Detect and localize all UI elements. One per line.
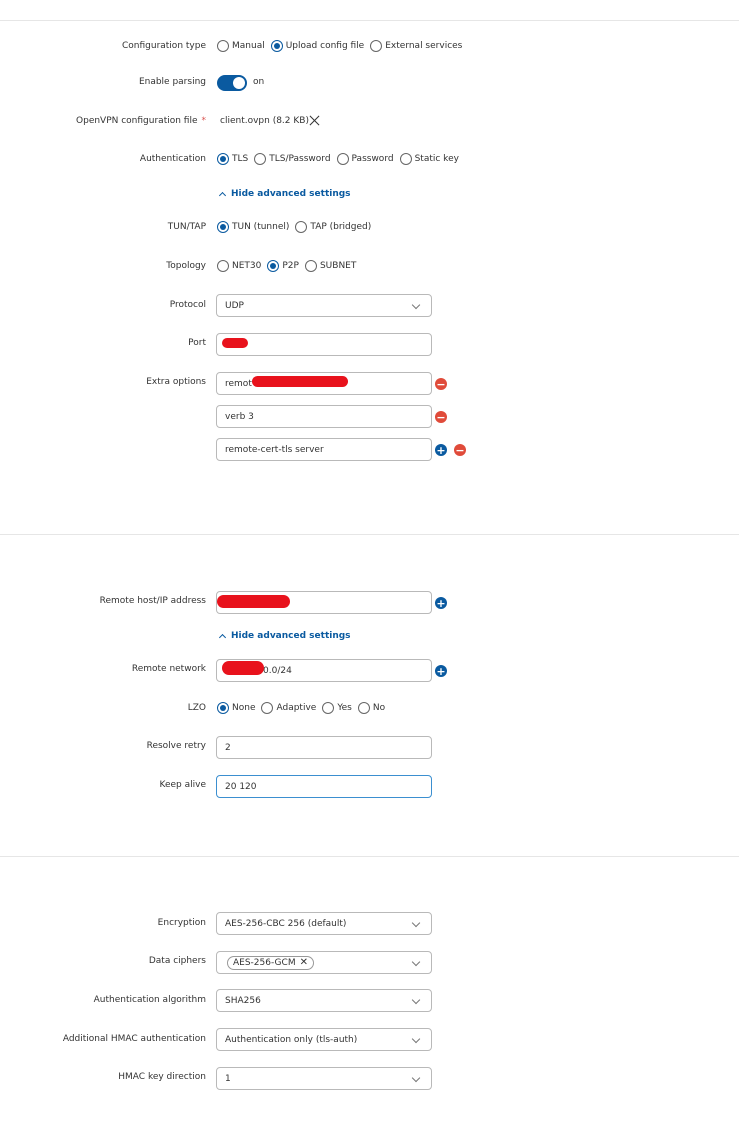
hmac-auth-select[interactable]: Authentication only (tls-auth) <box>216 1028 432 1051</box>
remove-option-icon[interactable]: − <box>454 444 466 456</box>
radio-icon <box>304 260 317 272</box>
protocol-select[interactable]: UDP <box>216 294 432 317</box>
keep-alive-input[interactable]: 20 120 <box>216 775 432 798</box>
resolve-retry-input[interactable]: 2 <box>216 736 432 759</box>
required-mark: * <box>201 116 207 126</box>
encryption-label: Encryption <box>157 918 206 928</box>
section-divider-top <box>0 20 739 21</box>
authentication-radio-group: TLS TLS/Password Password Static key <box>217 153 465 165</box>
config-file-name: client.ovpn (8.2 KB) <box>220 116 309 126</box>
authentication-label: Authentication <box>139 154 206 164</box>
remove-file-icon[interactable] <box>309 115 320 126</box>
tun-tap-label: TUN/TAP <box>167 222 206 232</box>
extra-options-label: Extra options <box>146 377 206 387</box>
chevron-down-icon <box>411 957 421 967</box>
config-type-label: Configuration type <box>121 41 206 51</box>
config-file-label: OpenVPN configuration file * <box>76 116 206 126</box>
topology-option-subnet[interactable]: SUBNET <box>304 260 356 272</box>
remote-network-label: Remote network <box>131 664 206 674</box>
config-type-option-manual[interactable]: Manual <box>217 40 265 52</box>
auth-algorithm-select[interactable]: SHA256 <box>216 989 432 1012</box>
config-type-radio-group: Manual Upload config file External servi… <box>217 40 468 52</box>
port-input[interactable] <box>216 333 432 356</box>
radio-selected-icon <box>217 702 229 714</box>
tap-option[interactable]: TAP (bridged) <box>295 221 371 233</box>
resolve-retry-label: Resolve retry <box>146 741 206 751</box>
port-label: Port <box>188 338 206 348</box>
hide-advanced-settings-link[interactable]: Hide advanced settings <box>218 189 351 199</box>
radio-selected-icon <box>267 260 280 272</box>
keep-alive-label: Keep alive <box>159 780 206 790</box>
hide-advanced-settings-link[interactable]: Hide advanced settings <box>218 631 351 641</box>
lzo-radio-group: None Adaptive Yes No <box>217 702 391 714</box>
hmac-direction-select[interactable]: 1 <box>216 1067 432 1090</box>
redaction-mark <box>222 661 264 675</box>
radio-icon <box>399 153 412 165</box>
topology-option-p2p[interactable]: P2P <box>267 260 299 272</box>
config-type-option-external[interactable]: External services <box>370 40 462 52</box>
lzo-option-adaptive[interactable]: Adaptive <box>261 702 316 714</box>
encryption-select[interactable]: AES-256-CBC 256 (default) <box>216 912 432 935</box>
radio-icon <box>370 40 383 52</box>
tun-tap-radio-group: TUN (tunnel) TAP (bridged) <box>217 221 377 233</box>
lzo-option-yes[interactable]: Yes <box>322 702 352 714</box>
add-remote-network-icon[interactable]: + <box>435 665 447 677</box>
enable-parsing-toggle[interactable] <box>217 75 247 91</box>
section-divider-middle <box>0 534 739 535</box>
auth-option-static-key[interactable]: Static key <box>399 153 459 165</box>
auth-algorithm-label: Authentication algorithm <box>93 995 206 1005</box>
topology-label: Topology <box>166 261 206 271</box>
radio-icon <box>217 40 229 52</box>
add-remote-host-icon[interactable]: + <box>435 597 447 609</box>
enable-parsing-label: Enable parsing <box>138 77 206 87</box>
radio-icon <box>322 702 335 714</box>
remote-host-label: Remote host/IP address <box>99 596 206 606</box>
radio-icon <box>217 260 229 272</box>
radio-selected-icon <box>270 40 283 52</box>
protocol-label: Protocol <box>169 300 206 310</box>
redaction-mark <box>222 338 248 348</box>
radio-icon <box>357 702 370 714</box>
enable-parsing-state: on <box>253 77 265 87</box>
auth-option-password[interactable]: Password <box>336 153 394 165</box>
chevron-down-icon <box>411 1073 421 1083</box>
add-option-icon[interactable]: + <box>435 444 447 456</box>
remove-option-icon[interactable]: − <box>435 378 447 390</box>
cipher-tag: AES-256-GCM ✕ <box>227 955 314 970</box>
config-type-option-upload[interactable]: Upload config file <box>270 40 364 52</box>
chevron-down-icon <box>411 918 421 928</box>
chevron-down-icon <box>411 1034 421 1044</box>
auth-option-tls-password[interactable]: TLS/Password <box>254 153 331 165</box>
redaction-mark <box>252 376 348 387</box>
radio-icon <box>261 702 274 714</box>
lzo-option-none[interactable]: None <box>217 702 255 714</box>
extra-option-input-3[interactable]: remote-cert-tls server <box>216 438 432 461</box>
chevron-down-icon <box>411 995 421 1005</box>
topology-option-net30[interactable]: NET30 <box>217 260 261 272</box>
topology-radio-group: NET30 P2P SUBNET <box>217 260 362 272</box>
data-ciphers-select[interactable]: AES-256-GCM ✕ <box>216 951 432 974</box>
radio-icon <box>295 221 308 233</box>
radio-selected-icon <box>217 153 229 165</box>
hmac-direction-label: HMAC key direction <box>118 1072 206 1082</box>
radio-icon <box>336 153 349 165</box>
chevron-down-icon <box>411 300 421 310</box>
redaction-mark <box>217 595 290 608</box>
radio-icon <box>254 153 267 165</box>
section-divider-bottom <box>0 856 739 857</box>
toggle-knob <box>233 77 245 89</box>
remove-option-icon[interactable]: − <box>435 411 447 423</box>
lzo-option-no[interactable]: No <box>357 702 385 714</box>
close-icon[interactable]: ✕ <box>300 957 308 968</box>
chevron-up-icon <box>218 633 227 641</box>
auth-option-tls[interactable]: TLS <box>217 153 248 165</box>
lzo-label: LZO <box>187 703 206 713</box>
hmac-auth-label: Additional HMAC authentication <box>62 1034 206 1044</box>
chevron-up-icon <box>218 191 227 199</box>
tun-option[interactable]: TUN (tunnel) <box>217 221 289 233</box>
radio-selected-icon <box>217 221 229 233</box>
extra-option-input-2[interactable]: verb 3 <box>216 405 432 428</box>
data-ciphers-label: Data ciphers <box>148 956 206 966</box>
